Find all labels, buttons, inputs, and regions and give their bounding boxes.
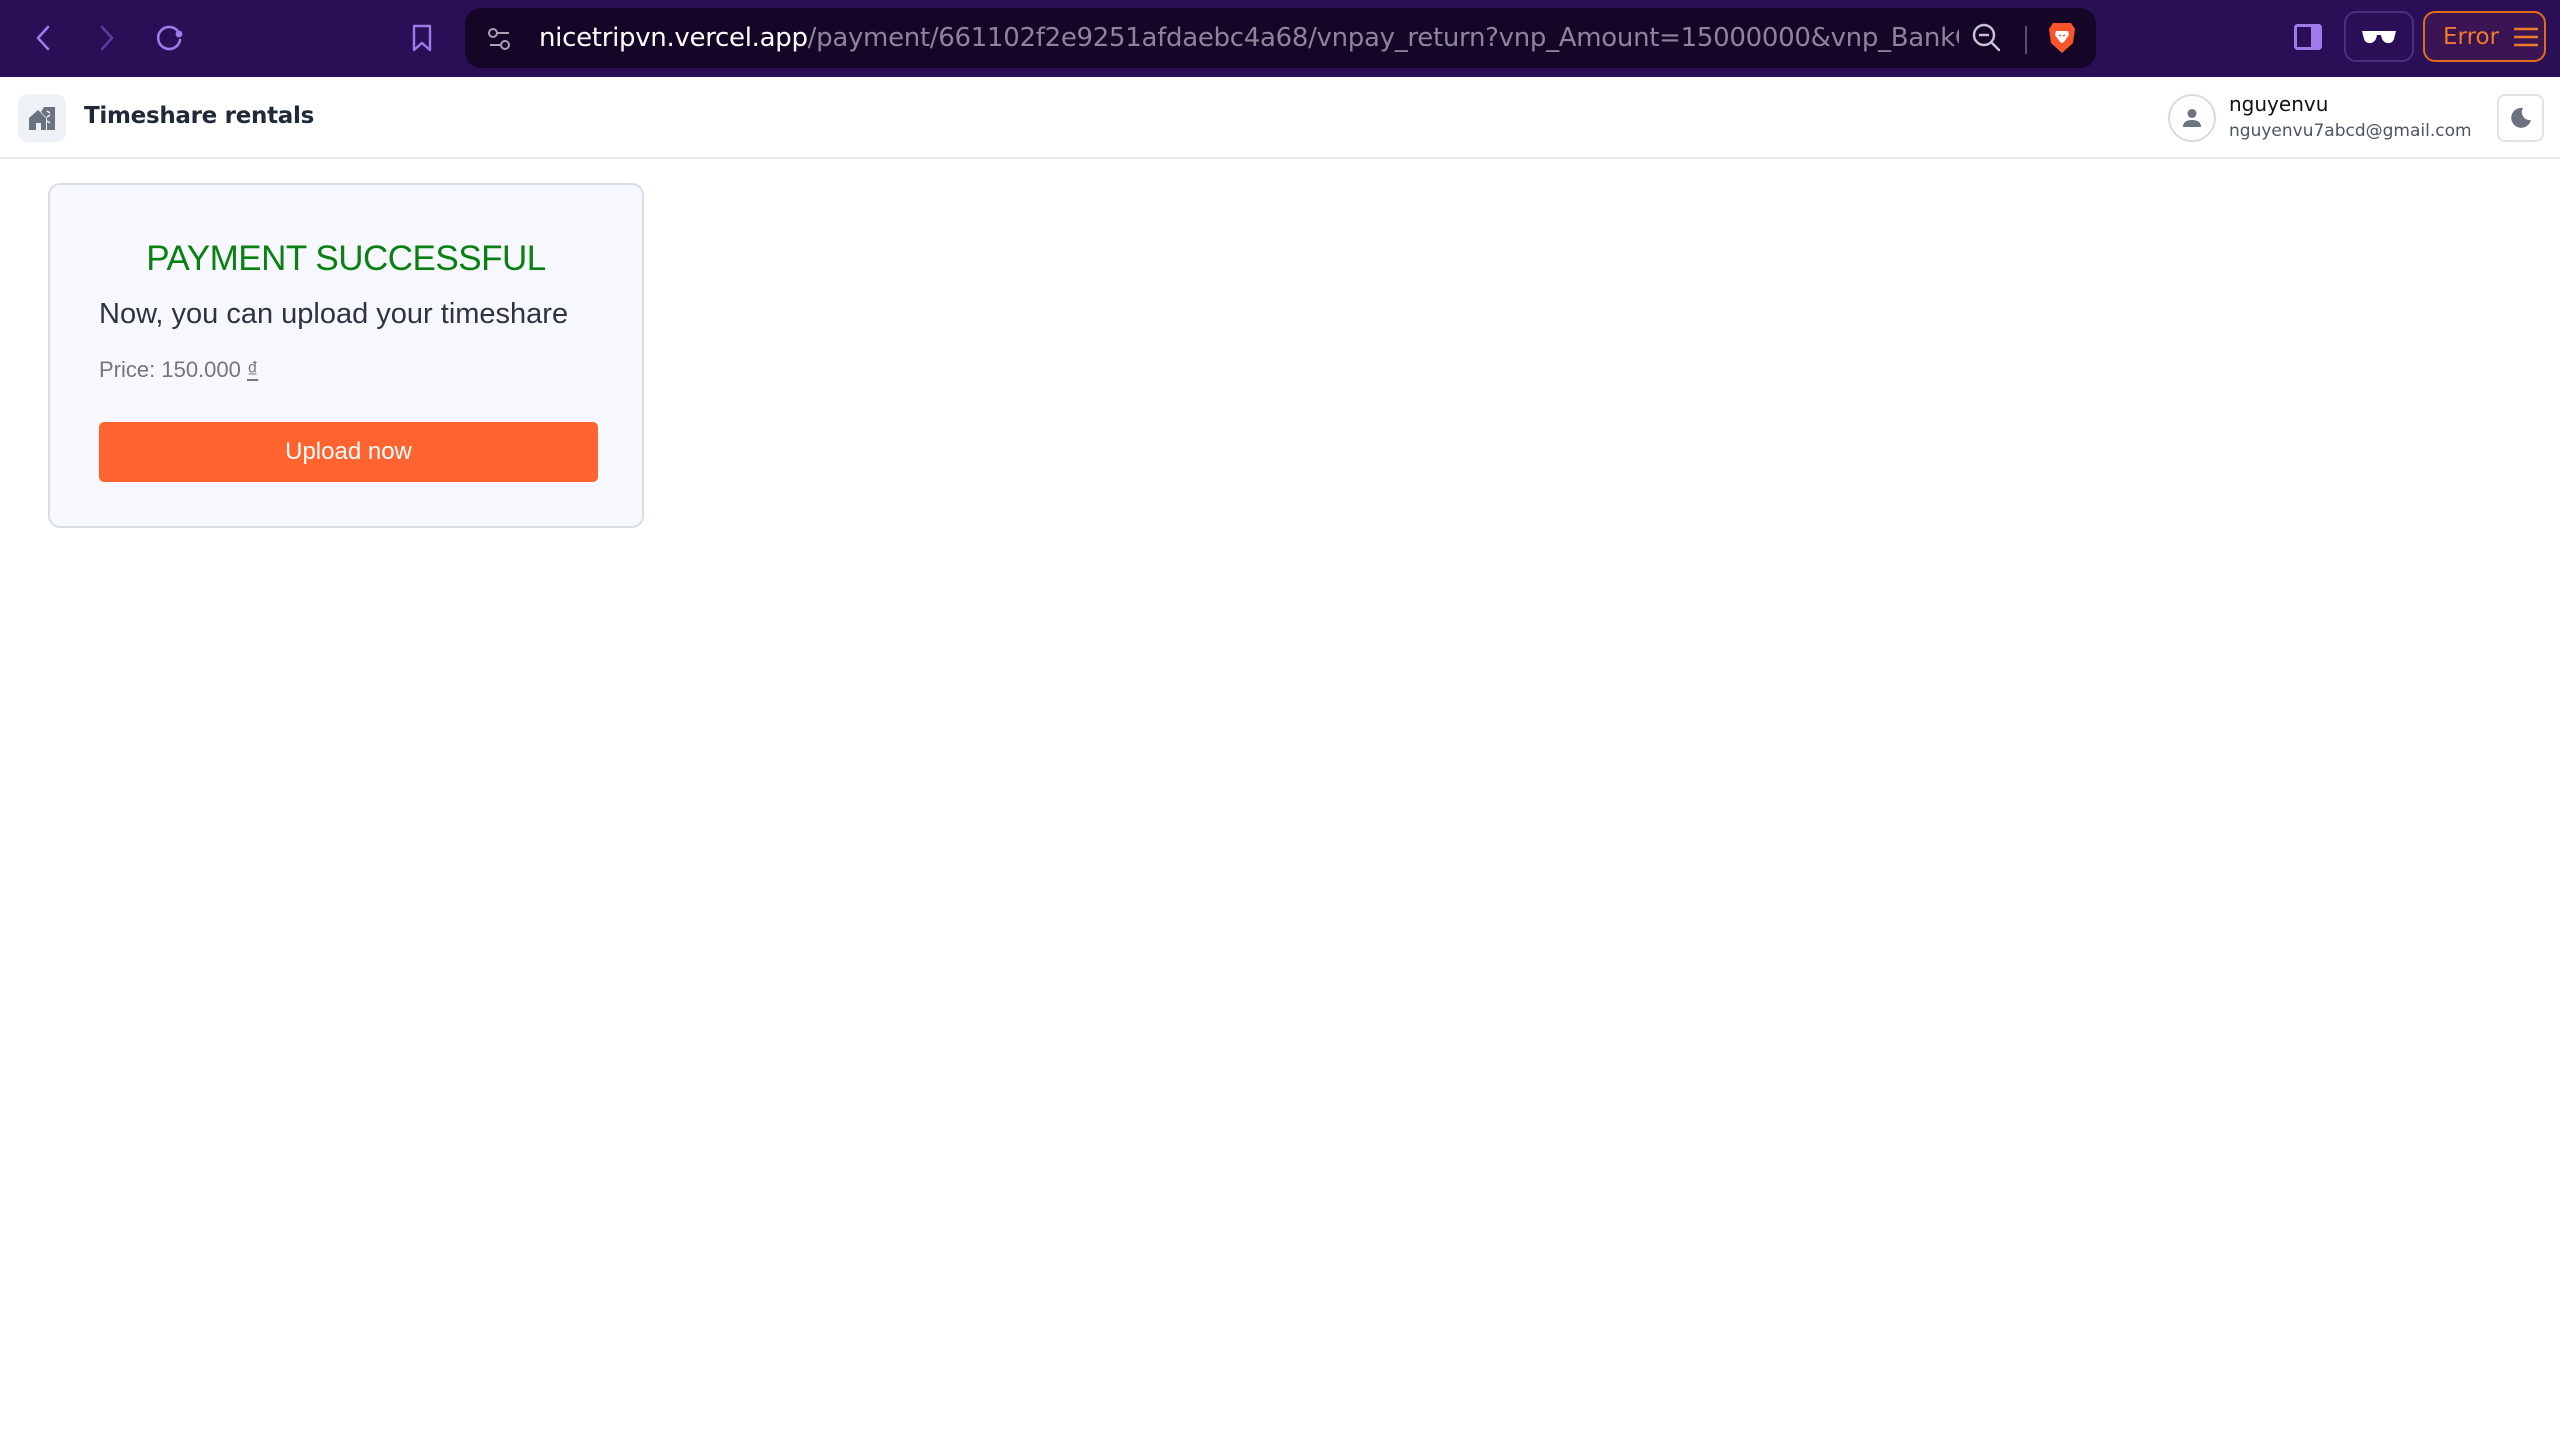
house-logo-icon — [29, 107, 55, 130]
forward-button[interactable] — [89, 20, 125, 56]
private-window-button[interactable] — [2344, 11, 2414, 62]
browser-menu-button[interactable]: Error — [2423, 11, 2546, 62]
user-email: nguyenvu7abcd@gmail.com — [2229, 121, 2472, 141]
user-avatar[interactable] — [2168, 94, 2216, 142]
bookmark-icon — [412, 24, 432, 52]
price-value: Price: 150.000 — [99, 357, 241, 382]
payment-status-title: PAYMENT SUCCESSFUL — [146, 239, 546, 278]
dark-mode-toggle[interactable] — [2497, 94, 2544, 142]
user-icon — [2183, 109, 2201, 127]
address-bar-divider — [2025, 26, 2027, 54]
upload-now-button[interactable]: Upload now — [99, 422, 598, 482]
zoom-out-icon[interactable] — [1971, 22, 2003, 54]
user-name: nguyenvu — [2229, 92, 2329, 116]
app-header: Timeshare rentals nguyenvu nguyenvu7abcd… — [0, 77, 2560, 159]
price-text: Price: 150.000 ₫ — [99, 357, 258, 383]
chevron-left-icon — [36, 25, 50, 51]
chevron-right-icon — [100, 25, 114, 51]
hamburger-menu-icon — [2514, 27, 2539, 46]
reload-icon — [156, 25, 183, 51]
error-label: Error — [2443, 23, 2500, 50]
logo-button[interactable] — [18, 94, 66, 142]
reload-button[interactable] — [152, 20, 188, 56]
moon-icon — [2510, 107, 2531, 128]
payment-result-card: PAYMENT SUCCESSFUL Now, you can upload y… — [48, 183, 644, 528]
sunglasses-icon — [2362, 30, 2396, 43]
site-settings-icon[interactable] — [487, 26, 513, 52]
browser-toolbar: nicetripvn.vercel.app/payment/661102f2e9… — [0, 0, 2560, 77]
brand-title[interactable]: Timeshare rentals — [84, 103, 314, 129]
currency-symbol: ₫ — [247, 357, 259, 382]
url-path: /payment/661102f2e9251afdaebc4a68/vnpay_… — [807, 23, 1959, 53]
sidebar-toggle-icon[interactable] — [2294, 24, 2322, 50]
payment-subtitle: Now, you can upload your timeshare — [99, 298, 569, 330]
address-bar[interactable]: nicetripvn.vercel.app/payment/661102f2e9… — [465, 8, 2096, 68]
bookmark-button[interactable] — [404, 20, 440, 56]
back-button[interactable] — [25, 20, 61, 56]
brave-shields-icon[interactable] — [2047, 21, 2077, 55]
url-text[interactable]: nicetripvn.vercel.app/payment/661102f2e9… — [539, 8, 1959, 68]
url-host: nicetripvn.vercel.app — [539, 23, 808, 53]
